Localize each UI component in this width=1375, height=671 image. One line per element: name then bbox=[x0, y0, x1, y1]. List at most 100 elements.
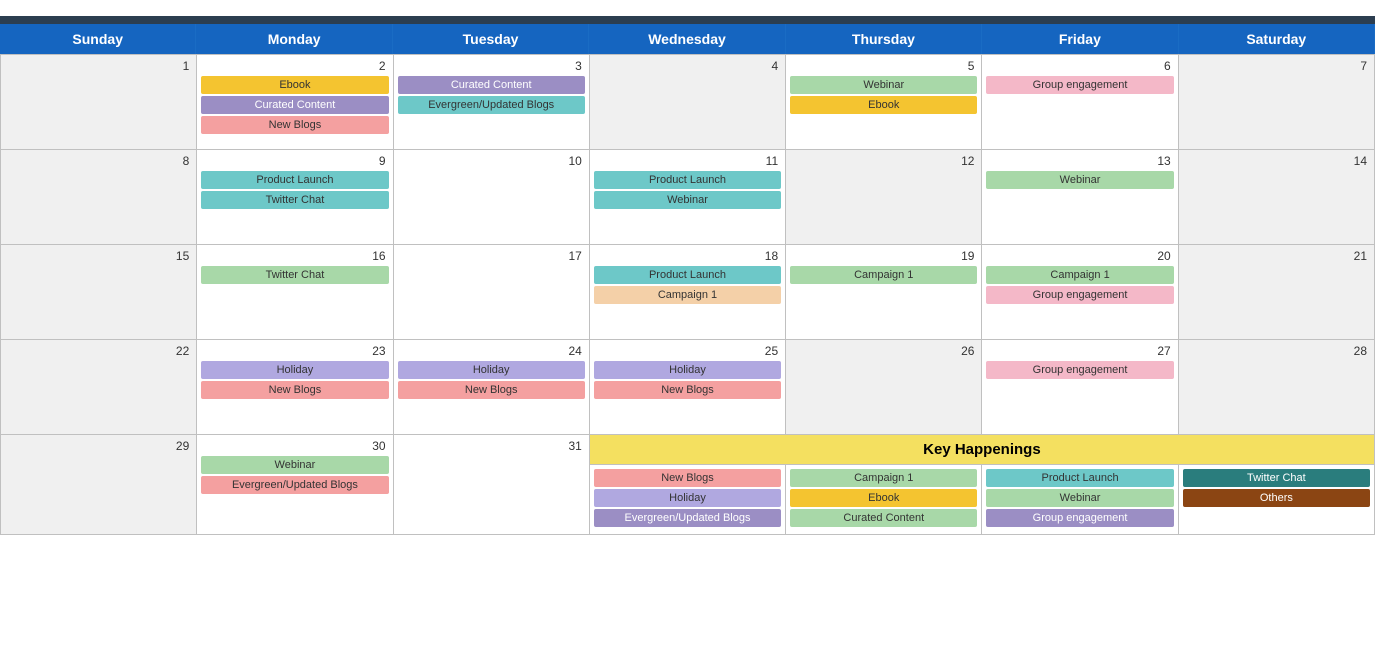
day-number: 10 bbox=[398, 154, 585, 168]
cal-cell: 21 bbox=[1179, 245, 1375, 340]
day-number: 11 bbox=[594, 154, 781, 168]
page-title bbox=[0, 0, 1375, 16]
day-number: 24 bbox=[398, 344, 585, 358]
calendar-event[interactable]: Campaign 1 bbox=[790, 266, 977, 284]
cal-cell: 14 bbox=[1179, 150, 1375, 245]
cal-cell: 4 bbox=[590, 55, 786, 150]
calendar-event[interactable]: Product Launch bbox=[986, 469, 1173, 487]
cal-cell: 26 bbox=[786, 340, 982, 435]
calendar-event[interactable]: Others bbox=[1183, 489, 1370, 507]
calendar-event[interactable]: Group engagement bbox=[986, 509, 1173, 527]
calendar-event[interactable]: Group engagement bbox=[986, 76, 1173, 94]
calendar-event[interactable]: Curated Content bbox=[790, 509, 977, 527]
calendar-event[interactable]: Evergreen/Updated Blogs bbox=[398, 96, 585, 114]
cal-cell: 6 Group engagement bbox=[982, 55, 1178, 150]
day-number: 19 bbox=[790, 249, 977, 263]
calendar-event[interactable]: New Blogs bbox=[398, 381, 585, 399]
calendar-event[interactable]: Curated Content bbox=[201, 96, 388, 114]
day-number: 27 bbox=[986, 344, 1173, 358]
cal-cell: 8 bbox=[1, 150, 197, 245]
header-sunday: Sunday bbox=[0, 24, 196, 54]
day-number: 31 bbox=[398, 439, 585, 453]
cal-cell: 19 Campaign 1 bbox=[786, 245, 982, 340]
calendar-event[interactable]: Ebook bbox=[790, 96, 977, 114]
calendar-event[interactable]: New Blogs bbox=[201, 116, 388, 134]
cal-cell: 7 bbox=[1179, 55, 1375, 150]
calendar-event[interactable]: New Blogs bbox=[594, 469, 781, 487]
key-happenings-section: Key Happenings New Blogs Holiday Evergreen/… bbox=[590, 435, 1375, 535]
calendar-event[interactable]: New Blogs bbox=[201, 381, 388, 399]
calendar-event[interactable]: Holiday bbox=[398, 361, 585, 379]
calendar-event[interactable]: Twitter Chat bbox=[201, 191, 388, 209]
day-number: 13 bbox=[986, 154, 1173, 168]
calendar: SundayMondayTuesdayWednesdayThursdayFrid… bbox=[0, 24, 1375, 535]
cal-cell: 24 Holiday New Blogs bbox=[394, 340, 590, 435]
day-number: 14 bbox=[1183, 154, 1370, 168]
day-number: 30 bbox=[201, 439, 388, 453]
calendar-event[interactable]: Product Launch bbox=[594, 266, 781, 284]
day-number: 7 bbox=[1183, 59, 1370, 73]
calendar-event[interactable]: Group engagement bbox=[986, 361, 1173, 379]
day-number: 3 bbox=[398, 59, 585, 73]
day-number: 6 bbox=[986, 59, 1173, 73]
calendar-event[interactable]: Campaign 1 bbox=[986, 266, 1173, 284]
calendar-event[interactable]: Holiday bbox=[594, 361, 781, 379]
day-number: 22 bbox=[5, 344, 192, 358]
calendar-event[interactable]: New Blogs bbox=[594, 381, 781, 399]
calendar-event[interactable]: Webinar bbox=[790, 76, 977, 94]
calendar-event[interactable]: Product Launch bbox=[594, 171, 781, 189]
cal-cell: 25HolidayNew Blogs bbox=[590, 340, 786, 435]
day-number: 29 bbox=[5, 439, 192, 453]
calendar-event[interactable]: Campaign 1 bbox=[790, 469, 977, 487]
day-number: 2 bbox=[201, 59, 388, 73]
calendar-body: 12 Ebook Curated Content New Blogs 3 Curated … bbox=[0, 54, 1375, 435]
cal-cell-last: 30 Webinar Evergreen/Updated Blogs bbox=[197, 435, 393, 535]
calendar-event[interactable]: Twitter Chat bbox=[201, 266, 388, 284]
header-tuesday: Tuesday bbox=[393, 24, 589, 54]
cal-cell-last: 31 bbox=[394, 435, 590, 535]
calendar-event[interactable]: Ebook bbox=[201, 76, 388, 94]
day-number: 21 bbox=[1183, 249, 1370, 263]
cal-cell: 9 Product Launch Twitter Chat bbox=[197, 150, 393, 245]
calendar-event[interactable]: Webinar bbox=[986, 489, 1173, 507]
header-thursday: Thursday bbox=[786, 24, 982, 54]
calendar-event[interactable]: Evergreen/Updated Blogs bbox=[201, 476, 388, 494]
calendar-event[interactable]: Holiday bbox=[201, 361, 388, 379]
cal-cell: 20 Campaign 1 Group engagement bbox=[982, 245, 1178, 340]
calendar-event[interactable]: Webinar bbox=[986, 171, 1173, 189]
calendar-event[interactable]: Webinar bbox=[201, 456, 388, 474]
day-number: 20 bbox=[986, 249, 1173, 263]
calendar-event[interactable]: Curated Content bbox=[398, 76, 585, 94]
calendar-event[interactable]: Group engagement bbox=[986, 286, 1173, 304]
day-number: 23 bbox=[201, 344, 388, 358]
day-number: 17 bbox=[398, 249, 585, 263]
cal-cell: 18Product LaunchCampaign 1 bbox=[590, 245, 786, 340]
key-happenings-cell: New Blogs Holiday Evergreen/Updated Blogs bbox=[590, 465, 786, 535]
calendar-event[interactable]: Holiday bbox=[594, 489, 781, 507]
cal-cell: 13 Webinar bbox=[982, 150, 1178, 245]
cal-cell: 22 bbox=[1, 340, 197, 435]
cal-cell-last: 29 bbox=[1, 435, 197, 535]
header-monday: Monday bbox=[196, 24, 392, 54]
day-number: 12 bbox=[790, 154, 977, 168]
calendar-event[interactable]: Ebook bbox=[790, 489, 977, 507]
calendar-event[interactable]: Twitter Chat bbox=[1183, 469, 1370, 487]
day-number: 1 bbox=[5, 59, 192, 73]
calendar-event[interactable]: Campaign 1 bbox=[594, 286, 781, 304]
cal-cell: 23 Holiday New Blogs bbox=[197, 340, 393, 435]
cal-cell: 12 bbox=[786, 150, 982, 245]
day-number: 5 bbox=[790, 59, 977, 73]
cal-cell: 17 bbox=[394, 245, 590, 340]
key-happenings-cell: Campaign 1 Ebook Curated Content bbox=[786, 465, 982, 535]
calendar-event[interactable]: Evergreen/Updated Blogs bbox=[594, 509, 781, 527]
last-week-row: 29 30 Webinar Evergreen/Updated Blogs 31 Key … bbox=[0, 435, 1375, 535]
cal-cell: 3 Curated Content Evergreen/Updated Blogs bbox=[394, 55, 590, 150]
cal-cell: 1 bbox=[1, 55, 197, 150]
cal-cell: 16Twitter Chat bbox=[197, 245, 393, 340]
calendar-event[interactable]: Product Launch bbox=[201, 171, 388, 189]
header-saturday: Saturday bbox=[1179, 24, 1375, 54]
day-number: 9 bbox=[201, 154, 388, 168]
key-happenings-label: Key Happenings bbox=[590, 435, 1375, 465]
calendar-event[interactable]: Webinar bbox=[594, 191, 781, 209]
header-wednesday: Wednesday bbox=[589, 24, 785, 54]
